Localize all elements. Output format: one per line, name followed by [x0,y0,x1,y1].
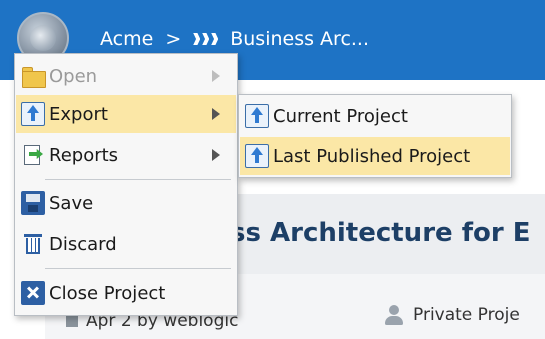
menu-item-open[interactable]: Open [16,57,236,95]
export-icon [245,104,269,128]
menu-item-close-project[interactable]: Close Project [16,274,236,312]
menu-item-label: Close Project [49,282,166,304]
project-chevrons-icon [193,33,219,45]
menu-item-save[interactable]: Save [16,184,236,222]
menu-separator [45,179,231,180]
menu-item-discard[interactable]: Discard [16,225,236,263]
page-title: ss Architecture for E [230,218,531,248]
menu-item-export[interactable]: Export [16,95,236,133]
logo-icon [30,25,56,51]
export-submenu: Current Project Last Published Project [238,94,512,178]
submenu-item-label: Last Published Project [273,145,471,167]
breadcrumb-current[interactable]: Business Arc... [230,28,369,50]
menu-separator [45,268,231,269]
app-menu: Open Export Reports Save Discard Close P… [14,53,238,316]
submenu-item-current-project[interactable]: Current Project [240,97,510,135]
reports-icon [21,143,45,167]
submenu-item-last-published-project[interactable]: Last Published Project [240,137,510,175]
folder-icon [21,64,46,88]
privacy-text: Private Proje [413,305,520,325]
privacy-meta: Private Proje [383,304,520,326]
export-icon [245,144,269,168]
menu-item-label: Reports [49,144,119,166]
breadcrumb: Acme > Business Arc... [100,28,369,50]
menu-item-label: Open [49,65,98,87]
menu-item-label: Export [49,103,108,125]
menu-item-reports[interactable]: Reports [16,136,236,174]
submenu-item-label: Current Project [273,105,408,127]
export-icon [21,102,45,126]
menu-item-label: Discard [49,233,117,255]
calendar-icon [66,315,78,327]
submenu-arrow-icon [212,70,220,82]
breadcrumb-separator: > [165,28,182,50]
user-icon [383,304,405,326]
submenu-arrow-icon [212,108,220,120]
close-project-icon [21,281,45,305]
discard-icon [21,232,45,256]
breadcrumb-root[interactable]: Acme [100,28,153,50]
menu-item-label: Save [49,192,94,214]
submenu-arrow-icon [212,149,220,161]
save-icon [21,191,45,215]
